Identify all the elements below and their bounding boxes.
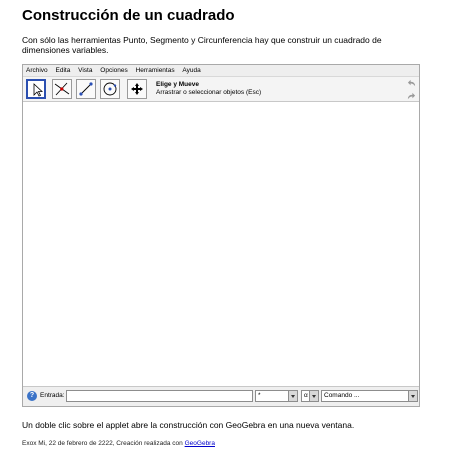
geogebra-applet[interactable]: Archivo Edita Vista Opciones Herramienta…: [22, 64, 420, 407]
input-field[interactable]: [66, 390, 253, 402]
greek-combo-value: α: [304, 392, 308, 399]
move-view-icon: [131, 83, 143, 95]
menu-bar: Archivo Edita Vista Opciones Herramienta…: [23, 65, 419, 77]
tool-segment-button[interactable]: [76, 79, 96, 99]
footer: Exox Mi, 22 de febrero de 2222, Creación…: [22, 440, 215, 447]
redo-icon[interactable]: [407, 92, 416, 101]
symbol-combo[interactable]: *: [255, 390, 298, 402]
chevron-down-icon[interactable]: [288, 391, 297, 401]
menu-ayuda[interactable]: Ayuda: [182, 67, 200, 74]
symbol-combo-value: *: [258, 392, 261, 399]
menu-edita[interactable]: Edita: [56, 67, 71, 74]
intro-text: Con sólo las herramientas Punto, Segment…: [22, 35, 382, 55]
input-bar: ? Entrada: * α Comando ...: [23, 386, 419, 406]
graphics-view[interactable]: [23, 102, 419, 387]
tool-help-description: Arrastrar o seleccionar objetos (Esc): [156, 89, 262, 96]
chevron-down-icon[interactable]: [309, 391, 318, 401]
geogebra-link[interactable]: GeoGebra: [185, 440, 215, 447]
greek-combo[interactable]: α: [301, 390, 319, 402]
tool-help-name: Elige y Mueve: [156, 81, 199, 88]
move-arrow-icon: [33, 83, 44, 97]
intersect-point-icon: [54, 82, 70, 96]
circle-center-point-icon: [103, 82, 117, 96]
tool-intersect-button[interactable]: [52, 79, 72, 99]
chevron-down-icon[interactable]: [408, 391, 417, 401]
tool-move-view-button[interactable]: [127, 79, 147, 99]
page-title: Construcción de un cuadrado: [22, 7, 235, 24]
undo-icon[interactable]: [407, 79, 416, 88]
segment-icon: [79, 82, 93, 96]
tool-circle-button[interactable]: [100, 79, 120, 99]
menu-vista[interactable]: Vista: [78, 67, 92, 74]
menu-opciones[interactable]: Opciones: [100, 67, 127, 74]
footer-text: Exox Mi, 22 de febrero de 2222, Creación…: [22, 440, 185, 447]
input-help-icon[interactable]: ?: [27, 391, 37, 401]
menu-archivo[interactable]: Archivo: [26, 67, 48, 74]
menu-herramientas[interactable]: Herramientas: [136, 67, 175, 74]
applet-note: Un doble clic sobre el applet abre la co…: [22, 420, 355, 430]
toolbar: Elige y Mueve Arrastrar o seleccionar ob…: [23, 77, 419, 102]
tool-move-button[interactable]: [26, 79, 46, 99]
input-label: Entrada:: [40, 392, 65, 399]
command-combo-value: Comando ...: [324, 392, 360, 399]
command-combo[interactable]: Comando ...: [321, 390, 418, 402]
